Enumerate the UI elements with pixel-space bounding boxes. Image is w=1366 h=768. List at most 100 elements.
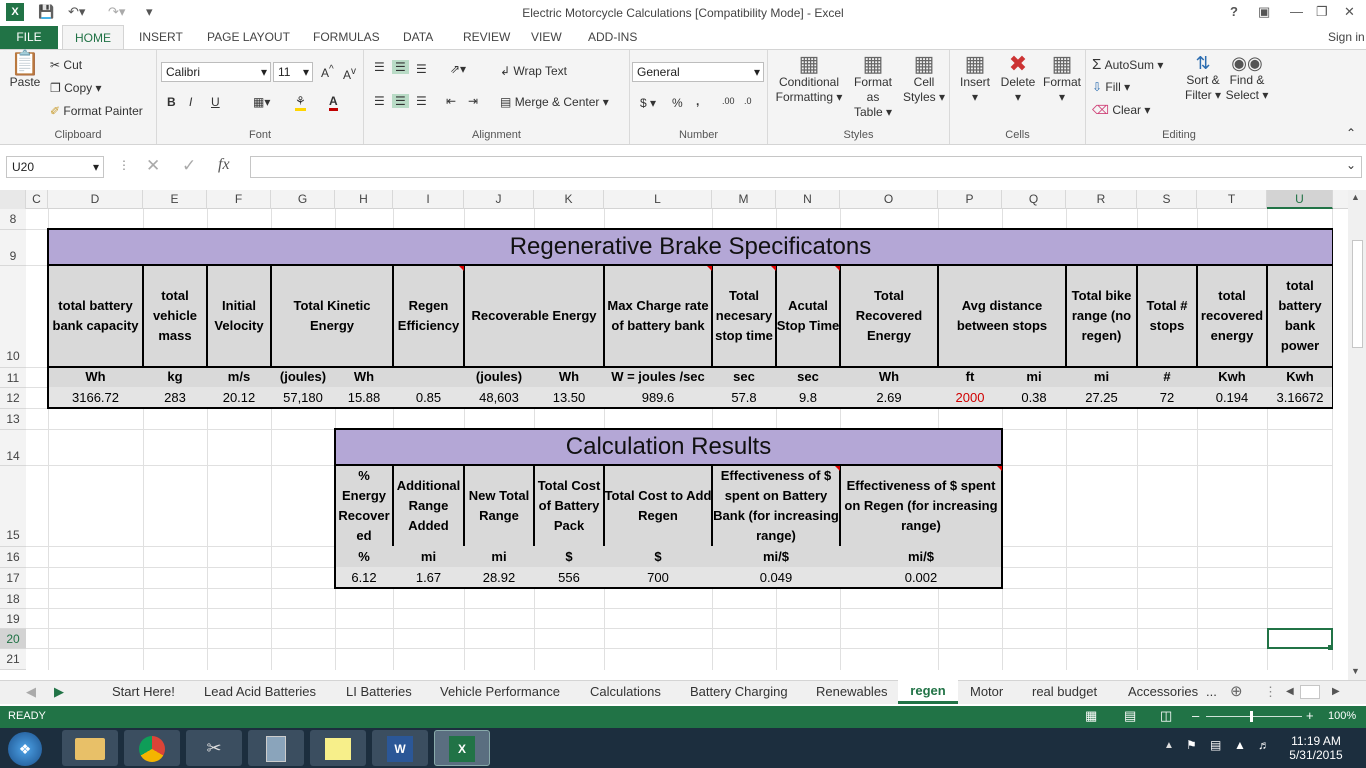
- regen-value[interactable]: 0.38: [1002, 387, 1066, 408]
- tab-file[interactable]: FILE: [0, 26, 58, 49]
- chrome-taskbar-icon[interactable]: [124, 730, 180, 766]
- insert-function-icon[interactable]: fx: [218, 156, 230, 174]
- row-header[interactable]: 19: [0, 609, 26, 629]
- regen-value[interactable]: 0.85: [393, 387, 464, 408]
- sheet-tab[interactable]: Battery Charging: [690, 684, 788, 699]
- row-header[interactable]: 15: [0, 466, 26, 547]
- sheet-tab[interactable]: Renewables: [816, 684, 888, 699]
- regen-value[interactable]: 48,603: [464, 387, 534, 408]
- column-header[interactable]: L: [604, 190, 712, 209]
- collapse-ribbon-icon[interactable]: ⌃: [1346, 126, 1356, 140]
- column-header[interactable]: F: [207, 190, 271, 209]
- merge-center-button[interactable]: ▤ Merge & Center ▾: [500, 95, 609, 109]
- clock[interactable]: 11:19 AM 5/31/2015: [1286, 734, 1346, 762]
- comment-indicator[interactable]: [835, 266, 840, 271]
- clear-button[interactable]: ⌫ Clear ▾: [1092, 103, 1150, 117]
- regen-value-highlight[interactable]: 2000: [938, 387, 1002, 408]
- sheet-tab[interactable]: Start Here!: [112, 684, 175, 699]
- orientation-icon[interactable]: ⇗▾: [450, 62, 466, 76]
- scroll-down-icon[interactable]: ▼: [1351, 666, 1360, 676]
- italic-button[interactable]: I: [189, 95, 192, 109]
- row-header[interactable]: 9: [0, 230, 26, 266]
- vertical-scrollbar[interactable]: ▲ ▼: [1348, 190, 1366, 680]
- row-header[interactable]: 10: [0, 266, 26, 368]
- add-sheet-icon[interactable]: ⊕: [1230, 682, 1243, 700]
- sheet-tab[interactable]: LI Batteries: [346, 684, 412, 699]
- column-header[interactable]: Q: [1002, 190, 1066, 209]
- borders-icon[interactable]: ▦▾: [253, 95, 270, 109]
- explorer-taskbar-icon[interactable]: [62, 730, 118, 766]
- column-header[interactable]: C: [26, 190, 48, 209]
- normal-view-icon[interactable]: ▦: [1085, 708, 1097, 724]
- find-select-button[interactable]: ◉◉ Find & Select ▾: [1224, 54, 1270, 103]
- tab-home[interactable]: HOME: [62, 25, 124, 50]
- format-painter-button[interactable]: ✐ Format Painter: [50, 104, 143, 118]
- regen-value[interactable]: 27.25: [1066, 387, 1137, 408]
- formula-input[interactable]: [250, 156, 1362, 178]
- tray-expand-icon[interactable]: ▲: [1164, 740, 1174, 751]
- comment-indicator[interactable]: [835, 466, 840, 471]
- results-value[interactable]: 0.002: [840, 567, 1002, 588]
- fill-handle[interactable]: [1328, 645, 1333, 650]
- regen-value[interactable]: 13.50: [534, 387, 604, 408]
- sheet-tab[interactable]: real budget: [1032, 684, 1097, 699]
- column-header[interactable]: D: [48, 190, 143, 209]
- close-icon[interactable]: ✕: [1344, 4, 1355, 20]
- increase-decimal-icon[interactable]: .00: [722, 96, 735, 106]
- tab-review[interactable]: REVIEW: [463, 30, 510, 44]
- page-break-view-icon[interactable]: ◫: [1160, 708, 1172, 724]
- excel-taskbar-icon[interactable]: X: [434, 730, 490, 766]
- regen-value[interactable]: 3166.72: [48, 387, 143, 408]
- autosum-button[interactable]: Σ AutoSum ▾: [1092, 56, 1163, 73]
- align-center-icon[interactable]: ☰: [392, 94, 409, 108]
- row-header[interactable]: 13: [0, 409, 26, 430]
- restore-icon[interactable]: ❐: [1316, 4, 1328, 20]
- decrease-decimal-icon[interactable]: .0: [744, 96, 752, 106]
- sheet-tab[interactable]: Accessories: [1128, 684, 1198, 699]
- column-header[interactable]: M: [712, 190, 776, 209]
- zoom-slider-thumb[interactable]: [1250, 711, 1253, 722]
- column-header[interactable]: H: [335, 190, 393, 209]
- zoom-slider[interactable]: [1206, 716, 1302, 717]
- paste-button[interactable]: 📋 Paste: [6, 52, 44, 90]
- insert-cells-button[interactable]: ▦ Insert ▾: [954, 53, 996, 105]
- device-icon[interactable]: ▤: [1210, 738, 1221, 752]
- row-header[interactable]: 8: [0, 209, 26, 230]
- fill-color-icon[interactable]: ⚘: [295, 94, 306, 111]
- start-button[interactable]: ❖: [8, 732, 42, 766]
- cut-button[interactable]: ✂ Cut: [50, 58, 82, 72]
- results-value[interactable]: 0.049: [712, 567, 840, 588]
- conditional-formatting-button[interactable]: ▦ Conditional Formatting ▾: [772, 53, 846, 105]
- copy-button[interactable]: ❐ Copy ▾: [50, 81, 101, 95]
- tab-page-layout[interactable]: PAGE LAYOUT: [207, 30, 290, 44]
- regen-value[interactable]: 3.16672: [1267, 387, 1333, 408]
- scroll-up-icon[interactable]: ▲: [1351, 192, 1360, 202]
- zoom-in-icon[interactable]: +: [1306, 708, 1314, 723]
- cell-styles-button[interactable]: ▦ Cell Styles ▾: [902, 53, 946, 105]
- increase-font-icon[interactable]: A^: [321, 64, 334, 80]
- currency-button[interactable]: $ ▾: [640, 96, 656, 110]
- results-value[interactable]: 556: [534, 567, 604, 588]
- snipping-tool-taskbar-icon[interactable]: ✂: [186, 730, 242, 766]
- column-header[interactable]: I: [393, 190, 464, 209]
- row-header[interactable]: 21: [0, 649, 26, 670]
- column-header[interactable]: N: [776, 190, 840, 209]
- align-middle-icon[interactable]: ☰: [392, 60, 409, 74]
- row-header[interactable]: 11: [0, 368, 26, 388]
- font-size-select[interactable]: 11 ▾: [273, 62, 313, 82]
- comment-indicator[interactable]: [459, 266, 464, 271]
- align-top-icon[interactable]: ☰: [374, 60, 385, 74]
- results-value[interactable]: 700: [604, 567, 712, 588]
- regen-value[interactable]: 20.12: [207, 387, 271, 408]
- number-format-select[interactable]: General ▾: [632, 62, 764, 82]
- expand-formula-icon[interactable]: ⌄: [1346, 158, 1356, 172]
- regen-value[interactable]: 57,180: [271, 387, 335, 408]
- format-cells-button[interactable]: ▦ Format ▾: [1040, 53, 1084, 105]
- tab-add-ins[interactable]: ADD-INS: [588, 30, 637, 44]
- row-header-active[interactable]: 20: [0, 629, 26, 649]
- results-value[interactable]: 28.92: [464, 567, 534, 588]
- calculator-taskbar-icon[interactable]: [248, 730, 304, 766]
- font-name-select[interactable]: Calibri ▾: [161, 62, 271, 82]
- regen-value[interactable]: 283: [143, 387, 207, 408]
- row-header[interactable]: 14: [0, 430, 26, 466]
